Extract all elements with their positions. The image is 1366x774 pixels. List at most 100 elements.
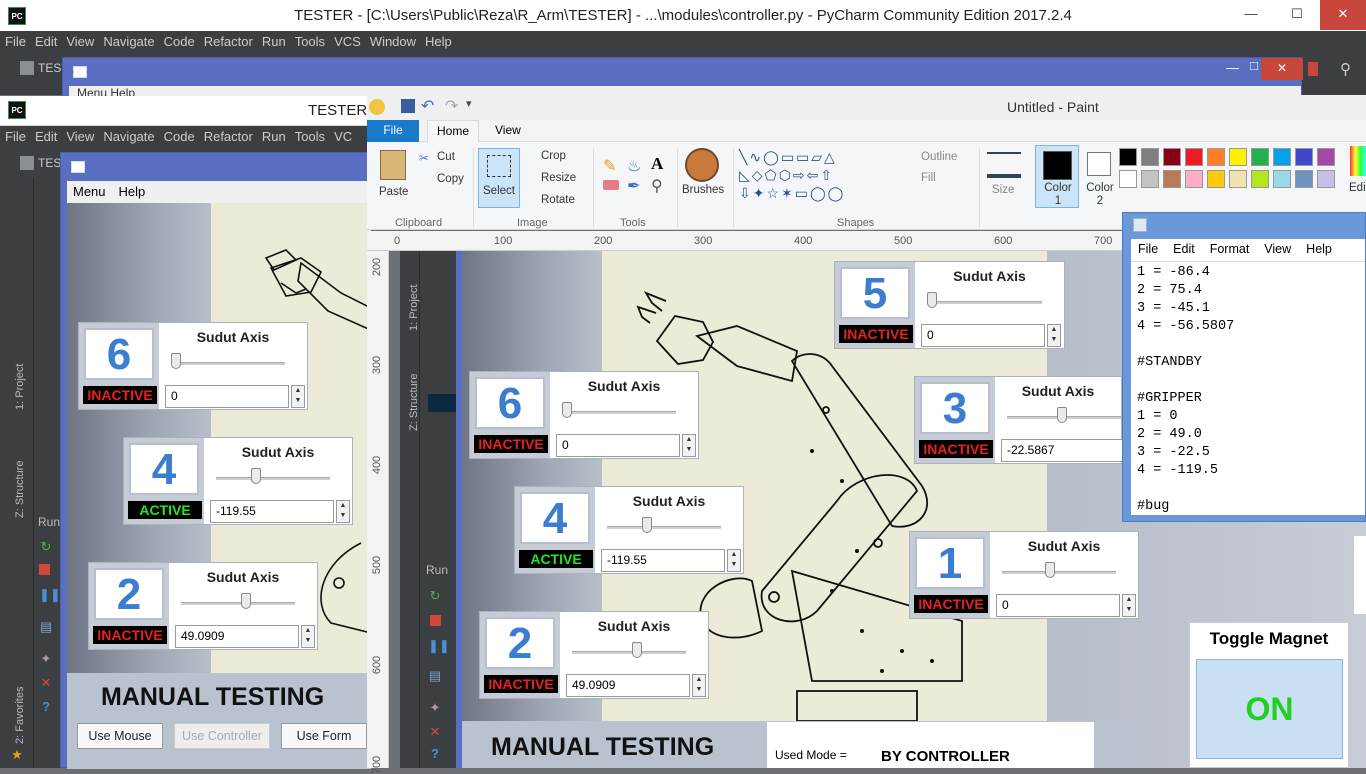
spinner-buttons[interactable]: ▲ ▼: [301, 625, 315, 648]
fill-icon[interactable]: ♨: [627, 156, 641, 176]
size-button[interactable]: Size: [992, 184, 1014, 196]
search-icon[interactable]: ⚲: [1340, 60, 1351, 78]
slider-track[interactable]: [927, 301, 1042, 304]
palette-swatch[interactable]: [1229, 148, 1247, 166]
menu-navigate[interactable]: Navigate: [98, 31, 158, 49]
tab-home[interactable]: Home: [427, 120, 479, 143]
menu-menu[interactable]: Menu: [67, 181, 113, 199]
layout-icon[interactable]: ▤: [39, 620, 53, 634]
star-icon[interactable]: ★: [10, 748, 24, 762]
slider-track[interactable]: [607, 526, 721, 529]
eraser-icon[interactable]: [603, 180, 619, 190]
cut-button[interactable]: Cut: [437, 151, 455, 163]
toggle-magnet-button[interactable]: ON: [1196, 659, 1343, 759]
menu-view[interactable]: View: [61, 126, 98, 144]
menu-file[interactable]: File: [0, 31, 30, 49]
menu-view[interactable]: View: [61, 31, 98, 49]
palette-swatch[interactable]: [1119, 170, 1137, 188]
shapes-gallery[interactable]: ╲∿◯▭▭▱△ ◺◇⬠⬡⇨⇦⇧ ⇩✦☆✶▭◯◯: [739, 148, 889, 204]
size-icon[interactable]: [987, 152, 1021, 178]
palette-swatch[interactable]: [1251, 148, 1269, 166]
redo-icon[interactable]: ↷: [445, 96, 458, 116]
project-tool-tab[interactable]: 1: Project: [14, 364, 26, 410]
close-run-icon[interactable]: ✕: [39, 676, 53, 690]
menu-help[interactable]: Help: [113, 181, 153, 199]
axis-value-field[interactable]: -119.55: [601, 549, 725, 572]
palette-swatch[interactable]: [1317, 148, 1335, 166]
menu-vcs[interactable]: VC: [329, 126, 356, 144]
axis-value-field[interactable]: 0: [921, 324, 1045, 347]
pencil-icon[interactable]: ✎: [603, 156, 616, 176]
menu-refactor[interactable]: Refactor: [199, 31, 257, 49]
slider-thumb[interactable]: [1045, 562, 1055, 578]
structure-tool-tab[interactable]: Z: Structure: [14, 461, 26, 518]
slider-track[interactable]: [181, 602, 295, 605]
slider-track[interactable]: [562, 411, 676, 414]
paste-icon[interactable]: [380, 150, 406, 180]
palette-swatch[interactable]: [1229, 170, 1247, 188]
tab-view[interactable]: View: [495, 123, 521, 137]
axis-value-field[interactable]: 0: [165, 385, 289, 408]
magnifier-icon[interactable]: ⚲: [651, 176, 663, 196]
notepad-text-area[interactable]: 1 = -86.4 2 = 75.4 3 = -45.1 4 = -56.5807 #…: [1131, 261, 1365, 515]
slider-thumb[interactable]: [642, 517, 652, 533]
slider-thumb[interactable]: [632, 642, 642, 658]
use-form-button[interactable]: Use Form: [281, 723, 367, 749]
palette-swatch[interactable]: [1163, 170, 1181, 188]
axis-value-field[interactable]: -22.5867: [1001, 439, 1123, 462]
axis-value-field[interactable]: 49.0909: [175, 625, 299, 648]
fill-button[interactable]: Fill: [921, 172, 936, 184]
palette-swatch[interactable]: [1273, 170, 1291, 188]
palette-swatch[interactable]: [1317, 170, 1335, 188]
minimize-icon[interactable]: —: [1226, 60, 1239, 75]
menu-tools[interactable]: Tools: [290, 126, 329, 144]
menu-edit[interactable]: Edit: [30, 126, 61, 144]
axis-value-field[interactable]: 0: [996, 594, 1120, 617]
use-controller-button[interactable]: Use Controller: [174, 723, 270, 749]
palette-swatch[interactable]: [1119, 148, 1137, 166]
slider-track[interactable]: [572, 651, 686, 654]
brushes-button[interactable]: Brushes: [682, 184, 724, 196]
rerun-icon[interactable]: ↻: [39, 540, 53, 554]
save-icon[interactable]: [401, 99, 415, 113]
undo-icon[interactable]: ↶: [421, 96, 434, 116]
palette-swatch[interactable]: [1295, 148, 1313, 166]
close-icon[interactable]: ✕: [1320, 0, 1366, 30]
palette-swatch[interactable]: [1141, 148, 1159, 166]
minimize-icon[interactable]: —: [1228, 0, 1274, 22]
slider-track[interactable]: [171, 362, 285, 365]
menu-format[interactable]: Format: [1203, 239, 1258, 256]
palette-swatch[interactable]: [1185, 148, 1203, 166]
stop-icon[interactable]: [39, 564, 50, 575]
menu-vcs[interactable]: VCS: [329, 31, 365, 49]
menu-tools[interactable]: Tools: [290, 31, 329, 49]
slider-thumb[interactable]: [241, 593, 251, 609]
palette-swatch[interactable]: [1207, 170, 1225, 188]
slider-thumb[interactable]: [562, 402, 572, 418]
copy-button[interactable]: Copy: [437, 173, 464, 185]
close-icon[interactable]: ✕: [1261, 58, 1303, 80]
help-icon[interactable]: ?: [39, 700, 53, 714]
menu-refactor[interactable]: Refactor: [199, 126, 257, 144]
menu-help[interactable]: Help: [420, 31, 456, 49]
palette-swatch[interactable]: [1273, 148, 1291, 166]
menu-code[interactable]: Code: [159, 31, 199, 49]
menu-navigate[interactable]: Navigate: [98, 126, 158, 144]
outline-button[interactable]: Outline: [921, 151, 957, 163]
chevron-down-icon[interactable]: ▾: [466, 97, 472, 110]
brush-icon[interactable]: [685, 148, 719, 182]
spinner-buttons[interactable]: ▲ ▼: [727, 549, 741, 572]
axis-value-field[interactable]: -119.55: [210, 500, 334, 523]
maximize-icon[interactable]: ☐: [1274, 0, 1320, 22]
menu-run[interactable]: Run: [257, 31, 290, 49]
axis-value-field[interactable]: 49.0909: [566, 674, 690, 697]
slider-thumb[interactable]: [927, 292, 937, 308]
edit-colors-icon[interactable]: [1350, 146, 1366, 176]
palette-swatch[interactable]: [1163, 148, 1181, 166]
color1-button[interactable]: Color 1: [1035, 145, 1079, 208]
spinner-buttons[interactable]: ▲ ▼: [1047, 324, 1061, 347]
pin-icon[interactable]: ✦: [39, 652, 53, 666]
slider-thumb[interactable]: [171, 353, 181, 369]
spinner-buttons[interactable]: ▲ ▼: [336, 500, 350, 523]
maximize-icon[interactable]: □: [1250, 58, 1258, 73]
